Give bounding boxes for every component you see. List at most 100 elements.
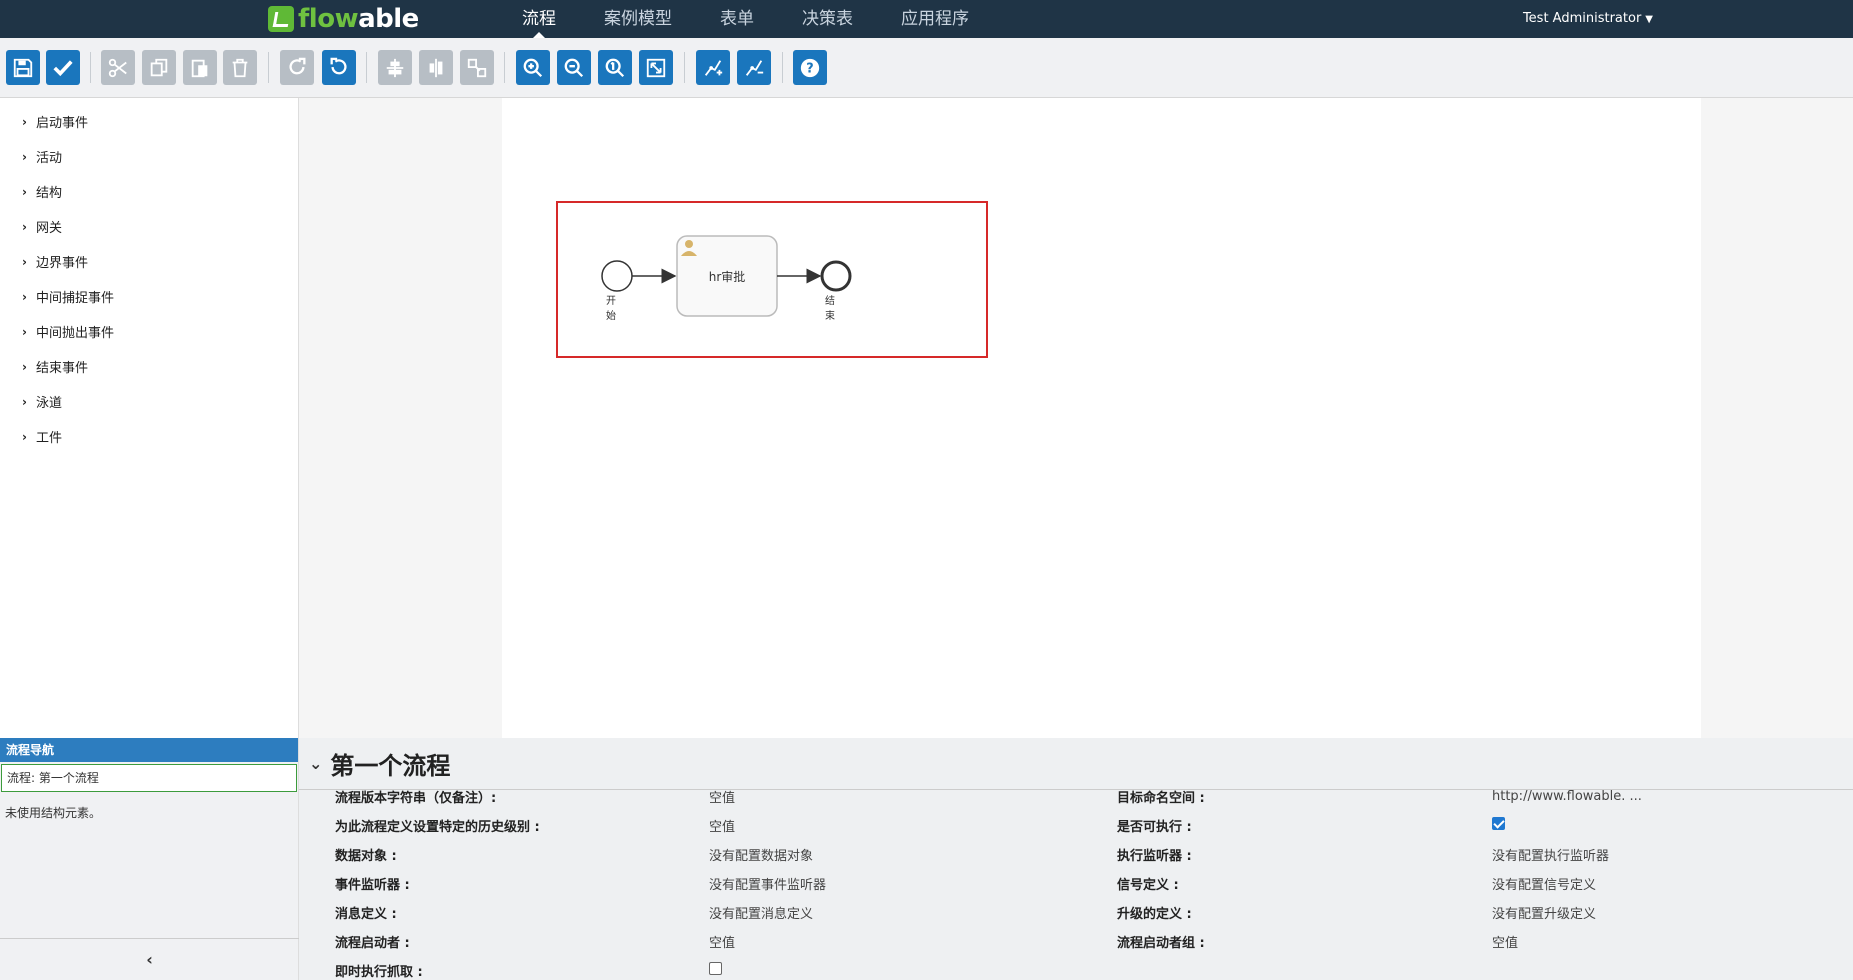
palette-group-swimlanes[interactable]: › 泳道: [0, 384, 298, 419]
tab-apps[interactable]: 应用程序: [877, 0, 993, 38]
top-navbar: flowable 流程 案例模型 表单 决策表 应用程序 Test Admini…: [0, 0, 1853, 38]
prop-label: 为此流程定义设置特定的历史级别 :: [335, 820, 540, 835]
process-name: 第一个流程: [330, 752, 451, 780]
prop-version[interactable]: 流程版本字符串（仅备注）: 空值: [335, 790, 1035, 811]
palette-group-gateways[interactable]: › 网关: [0, 209, 298, 244]
chevron-right-icon: ›: [22, 359, 27, 374]
prop-label: 流程版本字符串（仅备注）:: [335, 791, 497, 806]
same-size-button[interactable]: [460, 50, 494, 85]
undo-icon: [330, 57, 347, 74]
undo-button[interactable]: [322, 50, 356, 85]
prop-eager-fetch[interactable]: 即时执行抓取 :: [335, 956, 1035, 980]
palette-group-label: 启动事件: [36, 116, 89, 131]
prop-data-objects[interactable]: 数据对象 : 没有配置数据对象: [335, 840, 1035, 869]
chevron-right-icon: ›: [22, 429, 27, 444]
cut-button[interactable]: [101, 50, 135, 85]
collapse-panel-button[interactable]: ‹: [0, 938, 299, 980]
paste-button[interactable]: [183, 50, 217, 85]
palette-group-label: 中间捕捉事件: [36, 291, 115, 306]
chevron-down-icon: ⌄: [309, 754, 323, 773]
zoom-out-button[interactable]: [557, 50, 591, 85]
validate-button[interactable]: [46, 50, 80, 85]
is-executable-checkbox[interactable]: [1492, 817, 1505, 830]
end-event-label: 结束: [825, 296, 835, 322]
toolbar-divider: [782, 52, 783, 83]
prop-value: 没有配置执行监听器: [1492, 849, 1610, 864]
canvas-page[interactable]: [502, 98, 1701, 738]
toolbar-divider: [90, 52, 91, 83]
prop-is-executable[interactable]: 是否可执行 :: [1117, 811, 1817, 840]
prop-label: 执行监听器 :: [1117, 849, 1192, 864]
logo-text-able: able: [358, 4, 419, 34]
prop-value: 空值: [1492, 936, 1519, 951]
prop-value: 空值: [709, 791, 736, 806]
copy-button[interactable]: [142, 50, 176, 85]
prop-message-definitions[interactable]: 消息定义 : 没有配置消息定义: [335, 898, 1035, 927]
help-button[interactable]: ?: [793, 50, 827, 85]
flowable-logo[interactable]: flowable: [268, 3, 419, 35]
properties-body: 流程版本字符串（仅备注）: 空值 为此流程定义设置特定的历史级别 : 空值 数据…: [299, 790, 1853, 980]
eager-fetch-checkbox[interactable]: [709, 962, 722, 975]
palette-group-catch-events[interactable]: › 中间捕捉事件: [0, 279, 298, 314]
navigator-header: 流程导航: [0, 738, 298, 762]
prop-history-level[interactable]: 为此流程定义设置特定的历史级别 : 空值: [335, 811, 1035, 840]
palette-group-end-events[interactable]: › 结束事件: [0, 349, 298, 384]
palette-group-boundary-events[interactable]: › 边界事件: [0, 244, 298, 279]
canvas-area[interactable]: [299, 98, 1853, 738]
prop-initiator-groups[interactable]: 流程启动者组 : 空值: [1117, 927, 1817, 956]
toolbar-divider: [684, 52, 685, 83]
tab-decision-tables[interactable]: 决策表: [778, 0, 877, 38]
shape-palette: › 启动事件 › 活动 › 结构 › 网关 › 边界事件 › 中间捕捉事件 › 中间抛出事件 …: [0, 98, 299, 738]
palette-group-structural[interactable]: › 结构: [0, 174, 298, 209]
palette-group-throw-events[interactable]: › 中间抛出事件: [0, 314, 298, 349]
tab-forms[interactable]: 表单: [696, 0, 778, 38]
palette-group-label: 边界事件: [36, 256, 89, 271]
remove-bendpoint-button[interactable]: [737, 50, 771, 85]
redo-button[interactable]: [280, 50, 314, 85]
prop-target-namespace[interactable]: 目标命名空间 : http://www.flowable. ...: [1117, 790, 1817, 811]
align-vertical-button[interactable]: [419, 50, 453, 85]
save-button[interactable]: [6, 50, 40, 85]
svg-text:?: ?: [806, 61, 813, 76]
toolbar-divider: [504, 52, 505, 83]
editor-toolbar: ?: [0, 38, 1853, 98]
palette-group-start-events[interactable]: › 启动事件: [0, 104, 298, 139]
navigator-process-row[interactable]: 流程: 第一个流程: [1, 764, 297, 792]
zoom-actual-button[interactable]: [598, 50, 632, 85]
prop-label: 信号定义 :: [1117, 878, 1179, 893]
chevron-right-icon: ›: [22, 219, 27, 234]
task-label: hr审批: [708, 270, 746, 284]
help-icon: ?: [800, 58, 820, 77]
palette-group-label: 泳道: [36, 396, 63, 411]
align-horizontal-button[interactable]: [378, 50, 412, 85]
start-event-label: 开始: [606, 296, 616, 322]
prop-value: 没有配置升级定义: [1492, 907, 1597, 922]
chevron-right-icon: ›: [22, 114, 27, 129]
zoom-fit-icon: [646, 58, 666, 77]
palette-group-activities[interactable]: › 活动: [0, 139, 298, 174]
user-menu[interactable]: Test Administrator ▼: [1523, 0, 1653, 38]
delete-button[interactable]: [223, 50, 257, 85]
prop-escalation-definitions[interactable]: 升级的定义 : 没有配置升级定义: [1117, 898, 1817, 927]
prop-execution-listeners[interactable]: 执行监听器 : 没有配置执行监听器: [1117, 840, 1817, 869]
save-icon: [13, 58, 33, 77]
properties-header[interactable]: ⌄ 第一个流程: [299, 738, 1853, 790]
align-horizontal-icon: [386, 58, 404, 77]
add-bendpoint-button[interactable]: [696, 50, 730, 85]
chevron-right-icon: ›: [22, 149, 27, 164]
user-name: Test Administrator: [1522, 11, 1642, 26]
prop-signal-definitions[interactable]: 信号定义 : 没有配置信号定义: [1117, 869, 1817, 898]
prop-event-listeners[interactable]: 事件监听器 : 没有配置事件监听器: [335, 869, 1035, 898]
tab-processes[interactable]: 流程: [498, 0, 580, 38]
prop-label: 即时执行抓取 :: [335, 965, 423, 980]
palette-group-artifacts[interactable]: › 工件: [0, 419, 298, 454]
prop-process-initiator[interactable]: 流程启动者 : 空值: [335, 927, 1035, 956]
tab-case-models[interactable]: 案例模型: [580, 0, 696, 38]
redo-icon: [289, 57, 306, 74]
zoom-fit-button[interactable]: [639, 50, 673, 85]
logo-icon: [268, 6, 294, 32]
add-bendpoint-icon: [704, 59, 723, 76]
prop-label: 数据对象 :: [335, 849, 397, 864]
prop-label: 升级的定义 :: [1117, 907, 1192, 922]
zoom-in-button[interactable]: [516, 50, 550, 85]
